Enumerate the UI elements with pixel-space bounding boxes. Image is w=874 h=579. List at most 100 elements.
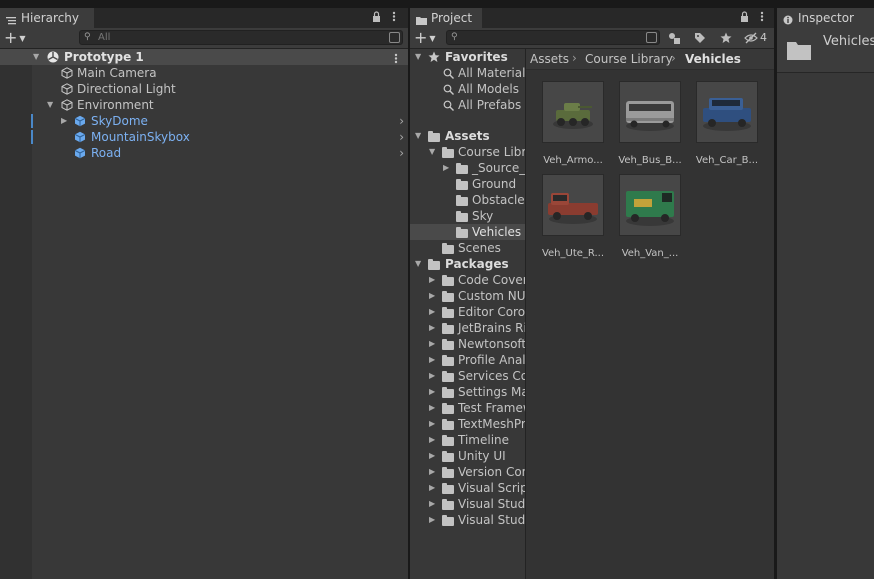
hierarchy-item-label: Environment (77, 98, 154, 112)
fold-open-icon[interactable]: ▼ (47, 97, 53, 113)
hidden-packages-toggle[interactable]: 4 (744, 31, 767, 44)
package-label: Test Framew (458, 401, 525, 415)
search-icon (443, 99, 454, 115)
fold-open-icon[interactable]: ▼ (33, 49, 39, 65)
fold-closed-icon[interactable]: ▶ (429, 480, 435, 496)
fold-closed-icon[interactable]: ▶ (429, 272, 435, 288)
tree-package-item[interactable]: ▶ Code Cover (410, 272, 525, 288)
tree-package-item[interactable]: ▶ Visual Studi (410, 496, 525, 512)
asset-thumbnail-armored[interactable] (542, 81, 604, 143)
tree-package-item[interactable]: ▶ Profile Analy (410, 352, 525, 368)
tree-package-item[interactable]: ▶ Visual Scrip (410, 480, 525, 496)
breadcrumb-item[interactable]: Course Library (585, 52, 673, 66)
fold-open-icon[interactable]: ▼ (415, 256, 421, 272)
fold-open-icon[interactable]: ▼ (415, 128, 421, 144)
folder-icon (442, 403, 454, 414)
asset-grid-area: Assets › Course Library › Vehicles Veh_A… (526, 49, 774, 579)
tree-package-item[interactable]: ▶ Newtonsoft (410, 336, 525, 352)
fold-closed-icon[interactable]: ▶ (429, 288, 435, 304)
fold-closed-icon[interactable]: ▶ (429, 352, 435, 368)
tree-packages[interactable]: ▼ Packages (410, 256, 525, 272)
fold-closed-icon[interactable]: ▶ (429, 464, 435, 480)
tree-package-item[interactable]: ▶ Test Framew (410, 400, 525, 416)
tab-hierarchy[interactable]: Hierarchy (0, 8, 94, 28)
tree-folder-obstacles[interactable]: Obstacles (410, 192, 525, 208)
asset-thumbnail-car[interactable] (696, 81, 758, 143)
tree-folder-source[interactable]: ▶ _Source_ (410, 160, 525, 176)
tree-package-item[interactable]: ▶ TextMeshPr (410, 416, 525, 432)
fold-closed-icon[interactable]: ▶ (429, 320, 435, 336)
chevron-right-icon[interactable]: › (399, 129, 404, 145)
tree-course-library[interactable]: ▼ Course Libra (410, 144, 525, 160)
fold-closed-icon[interactable]: ▶ (429, 384, 435, 400)
fold-closed-icon[interactable]: ▶ (429, 496, 435, 512)
tree-package-item[interactable]: ▶ Services Co (410, 368, 525, 384)
fold-closed-icon[interactable]: ▶ (429, 400, 435, 416)
tab-inspector[interactable]: Inspector (777, 8, 874, 28)
override-marker (31, 130, 33, 144)
create-button[interactable]: + ▼ (4, 29, 26, 47)
tree-favorite-item[interactable]: All Materials (410, 65, 525, 81)
asset-label: Veh_Bus_B... (618, 155, 682, 166)
fold-closed-icon[interactable]: ▶ (429, 368, 435, 384)
tree-package-item[interactable]: ▶ Unity UI (410, 448, 525, 464)
tree-package-item[interactable]: ▶ Version Con (410, 464, 525, 480)
vehicle-preview (626, 101, 674, 131)
fold-closed-icon[interactable]: ▶ (429, 432, 435, 448)
asset-thumbnail-bus[interactable] (619, 81, 681, 143)
fold-open-icon[interactable]: ▼ (415, 49, 421, 65)
breadcrumb-item[interactable]: Assets (530, 52, 569, 66)
create-asset-button[interactable]: + ▼ (414, 29, 436, 47)
asset-thumbnail-van[interactable] (619, 174, 681, 236)
kebab-menu-icon[interactable] (392, 11, 396, 25)
tree-folder-ground[interactable]: Ground (410, 176, 525, 192)
filter-by-label-icon[interactable] (694, 32, 706, 47)
fold-closed-icon[interactable]: ▶ (429, 448, 435, 464)
favorite-star-icon[interactable] (720, 32, 732, 47)
fold-closed-icon[interactable]: ▶ (429, 512, 435, 528)
tree-package-item[interactable]: ▶ JetBrains Ri (410, 320, 525, 336)
folder-icon (442, 483, 454, 494)
filter-by-type-icon[interactable] (668, 32, 680, 47)
tree-package-item[interactable]: ▶ Custom NU (410, 288, 525, 304)
lock-icon[interactable] (372, 11, 381, 25)
tree-assets[interactable]: ▼ Assets (410, 128, 525, 144)
project-search-input[interactable]: ⚲ (446, 30, 660, 45)
tree-package-item[interactable]: ▶ Editor Corou (410, 304, 525, 320)
tree-folder-sky[interactable]: Sky (410, 208, 525, 224)
fold-closed-icon[interactable]: ▶ (429, 416, 435, 432)
fold-closed-icon[interactable]: ▶ (61, 113, 67, 129)
fold-closed-icon[interactable]: ▶ (429, 304, 435, 320)
asset-thumbnail-ute[interactable] (542, 174, 604, 236)
scene-row[interactable]: ▼ Prototype 1 (0, 49, 408, 65)
hierarchy-item-main-camera[interactable]: Main Camera (0, 65, 408, 81)
tree-package-item[interactable]: ▶ Visual Studi (410, 512, 525, 528)
chevron-right-icon[interactable]: › (399, 113, 404, 129)
search-type-icon[interactable] (389, 32, 400, 43)
hierarchy-item-environment[interactable]: ▼ Environment (0, 97, 408, 113)
search-type-icon[interactable] (646, 32, 657, 43)
breadcrumb-current[interactable]: Vehicles (685, 52, 741, 66)
chevron-right-icon[interactable]: › (399, 145, 404, 161)
hierarchy-item-road[interactable]: Road › (0, 145, 408, 161)
tree-favorite-item[interactable]: All Models (410, 81, 525, 97)
tree-package-item[interactable]: ▶ Timeline (410, 432, 525, 448)
hierarchy-item-label: Directional Light (77, 82, 176, 96)
tree-package-item[interactable]: ▶ Settings Ma (410, 384, 525, 400)
tree-folder-scenes[interactable]: Scenes (410, 240, 525, 256)
hierarchy-search-input[interactable]: ⚲ All (79, 30, 403, 45)
folder-icon (442, 307, 454, 318)
fold-closed-icon[interactable]: ▶ (429, 336, 435, 352)
hierarchy-item-directional-light[interactable]: Directional Light (0, 81, 408, 97)
fold-open-icon[interactable]: ▼ (429, 144, 435, 160)
tree-folder-vehicles[interactable]: Vehicles (410, 224, 525, 240)
fold-closed-icon[interactable]: ▶ (443, 160, 449, 176)
tab-project[interactable]: Project (410, 8, 482, 28)
kebab-menu-icon[interactable] (760, 11, 764, 25)
tree-favorites[interactable]: ▼ Favorites (410, 49, 525, 65)
hierarchy-item-skydome[interactable]: ▶ SkyDome › (0, 113, 408, 129)
tree-favorite-item[interactable]: All Prefabs (410, 97, 525, 113)
lock-icon[interactable] (740, 11, 749, 25)
folder-icon (416, 14, 427, 25)
hierarchy-item-mountainskybox[interactable]: MountainSkybox › (0, 129, 408, 145)
